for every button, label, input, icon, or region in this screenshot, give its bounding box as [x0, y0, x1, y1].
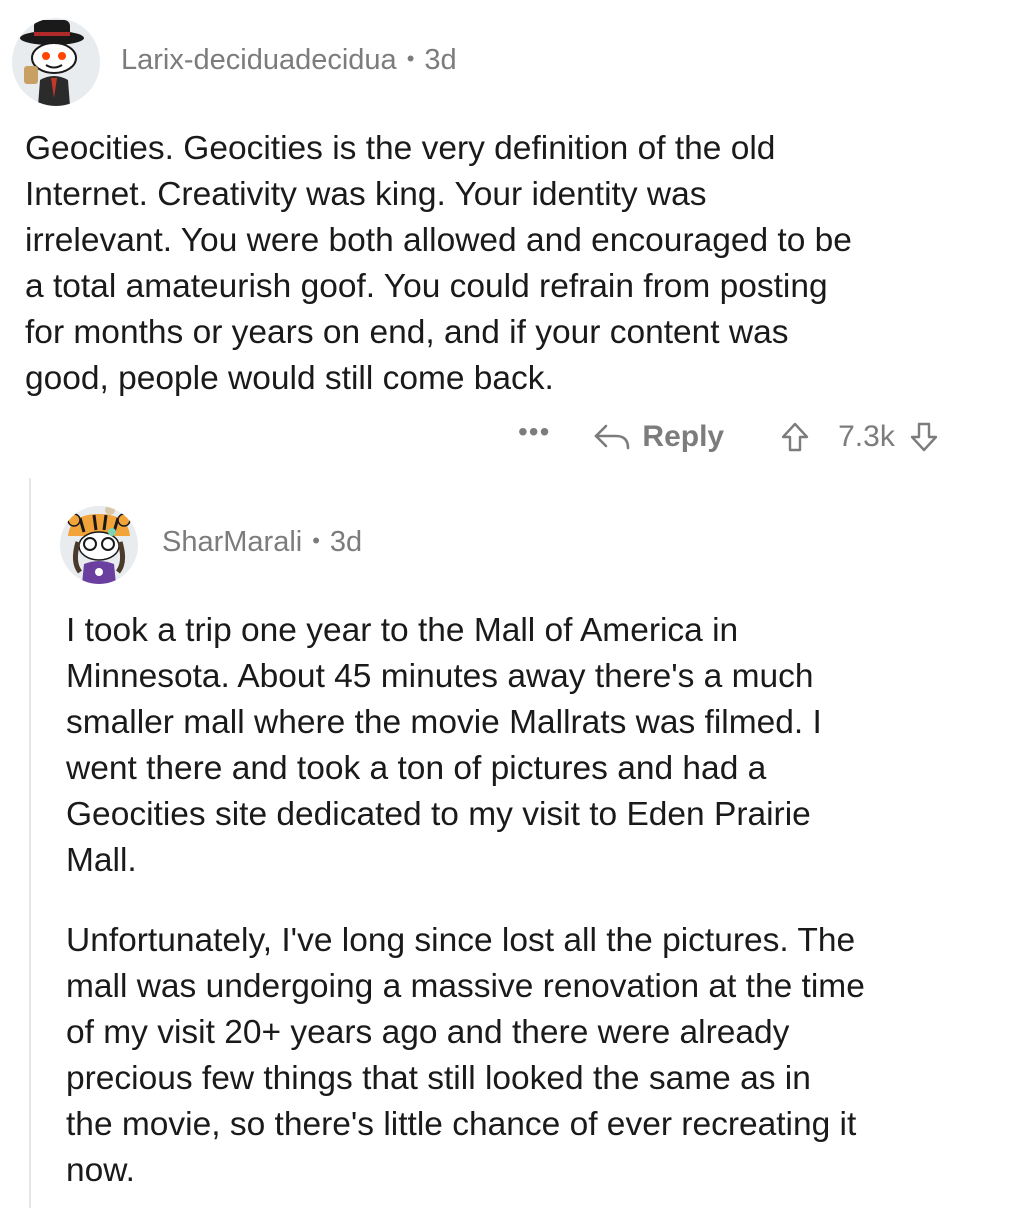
comment-meta: SharMarali • 3d [162, 526, 362, 559]
comment-age: 3d [424, 44, 457, 76]
comment-paragraph: I took a trip one year to the Mall of Am… [66, 612, 822, 879]
vote-controls: 7.3k [780, 420, 939, 454]
comment-body: Geocities. Geocities is the very definit… [25, 126, 1015, 402]
comment-age: 3d [329, 526, 363, 558]
tiger-hat-avatar-icon[interactable] [60, 506, 138, 584]
reply-button[interactable]: Reply [592, 420, 724, 454]
comment-meta: Larix-deciduadecidua • 3d [121, 44, 457, 77]
comment-top-level: Larix-deciduadecidua • 3d Geocities. Geo… [0, 0, 1028, 470]
username-link[interactable]: SharMarali [162, 526, 302, 559]
upvote-arrow-icon[interactable] [780, 421, 810, 453]
username-link[interactable]: Larix-deciduadecidua [121, 44, 397, 77]
reply-label: Reply [642, 420, 725, 453]
reply-arrow-icon [592, 422, 642, 452]
meta-separator: • [406, 45, 415, 71]
vote-score: 7.3k [838, 420, 895, 453]
comment-body: I took a trip one year to the Mall of Am… [66, 608, 1016, 1194]
meta-separator: • [312, 527, 320, 553]
comment-paragraph: Geocities. Geocities is the very definit… [25, 130, 852, 397]
comment-reply: SharMarali • 3d I took a trip one year t… [0, 478, 1028, 1208]
snoo-detective-avatar-icon[interactable] [12, 18, 100, 106]
more-options-button[interactable]: ••• [518, 416, 550, 448]
downvote-arrow-icon[interactable] [909, 421, 939, 453]
comment-actions: ••• Reply 7.3k [518, 414, 939, 460]
comment-paragraph: Unfortunately, I've long since lost all … [66, 922, 865, 1189]
